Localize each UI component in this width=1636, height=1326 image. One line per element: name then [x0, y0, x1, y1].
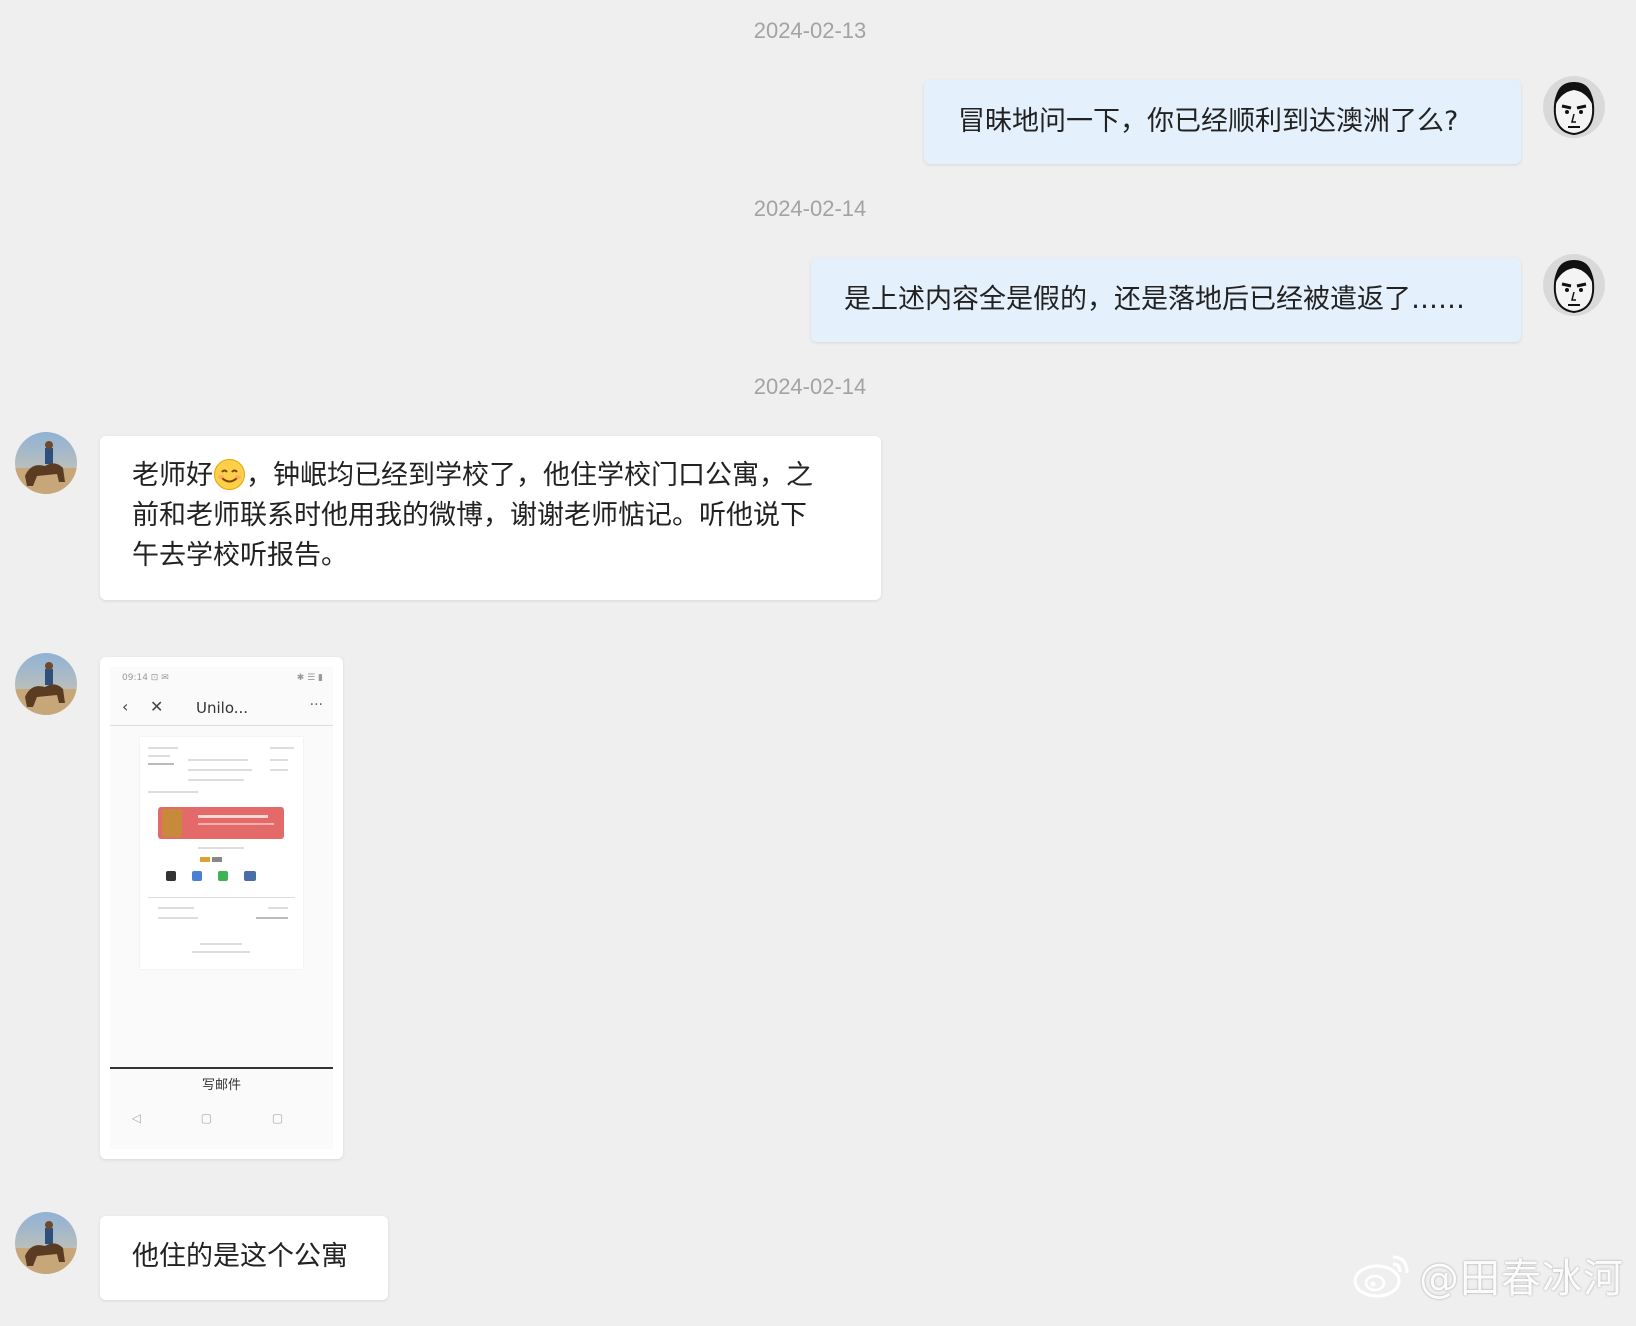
- status-bar-right: ✱ ☰ ▮: [296, 673, 323, 683]
- close-icon: ✕: [150, 697, 164, 716]
- contact-avatar[interactable]: [15, 1212, 77, 1274]
- status-bar-left: 09:14 ⊡ ✉: [122, 673, 169, 683]
- blurred-document: [140, 737, 303, 969]
- screenshot-nav-bar: ‹ ✕ Unilo... ···: [110, 691, 333, 726]
- phone-screenshot: 09:14 ⊡ ✉ ✱ ☰ ▮ ‹ ✕ Unilo... ··· 写邮件 ◁ ▢…: [110, 667, 333, 1149]
- camel-rider-photo-icon: [15, 432, 77, 494]
- message-text: ，钟岷均已经到学校了，他住学校门口公寓，之: [246, 460, 813, 491]
- timestamp: 2024-02-13: [753, 18, 867, 43]
- outgoing-message[interactable]: 冒昧地问一下，你已经顺利到达澳洲了么?: [924, 80, 1521, 164]
- image-message[interactable]: 09:14 ⊡ ✉ ✱ ☰ ▮ ‹ ✕ Unilo... ··· 写邮件 ◁ ▢…: [100, 657, 343, 1159]
- watermark-text: @田春冰河: [1419, 1256, 1624, 1302]
- my-avatar[interactable]: [1543, 76, 1605, 138]
- message-line: 前和老师联系时他用我的微博，谢谢老师惦记。听他说下: [132, 500, 807, 531]
- more-icon: ···: [309, 697, 323, 713]
- screenshot-title: Unilo...: [196, 699, 249, 717]
- back-icon: ‹: [122, 697, 129, 716]
- contact-avatar[interactable]: [15, 432, 77, 494]
- compose-button: 写邮件: [110, 1067, 333, 1107]
- timestamp: 2024-02-14: [753, 196, 867, 221]
- incoming-message[interactable]: 老师好 ，钟岷均已经到学校了，他住学校门口公寓，之 前和老师联系时他用我的微博，谢…: [100, 436, 881, 600]
- promo-banner: [158, 807, 284, 839]
- message-text: 他住的是这个公寓: [132, 1241, 348, 1272]
- incoming-message[interactable]: 他住的是这个公寓: [100, 1216, 388, 1300]
- message-text: 是上述内容全是假的，还是落地后已经被遣返了……: [844, 284, 1465, 315]
- camel-rider-photo-icon: [15, 1212, 77, 1274]
- cartoon-face-icon: [1543, 254, 1605, 316]
- message-text: 老师好: [132, 460, 213, 491]
- cartoon-face-icon: [1543, 76, 1605, 138]
- camel-rider-photo-icon: [15, 653, 77, 715]
- my-avatar[interactable]: [1543, 254, 1605, 316]
- weibo-logo-icon: [1353, 1255, 1409, 1298]
- timestamp: 2024-02-14: [753, 374, 867, 399]
- smile-emoji-icon: [213, 458, 246, 491]
- message-text: 冒昧地问一下，你已经顺利到达澳洲了么?: [958, 106, 1459, 137]
- system-nav-bar: ◁ ▢ ▢: [131, 1111, 312, 1125]
- watermark: @田春冰河: [1351, 1246, 1624, 1304]
- outgoing-message[interactable]: 是上述内容全是假的，还是落地后已经被遣返了……: [811, 258, 1521, 342]
- contact-avatar[interactable]: [15, 653, 77, 715]
- message-line: 午去学校听报告。: [132, 540, 348, 571]
- message-line: 老师好 ，钟岷均已经到学校了，他住学校门口公寓，之: [132, 456, 881, 496]
